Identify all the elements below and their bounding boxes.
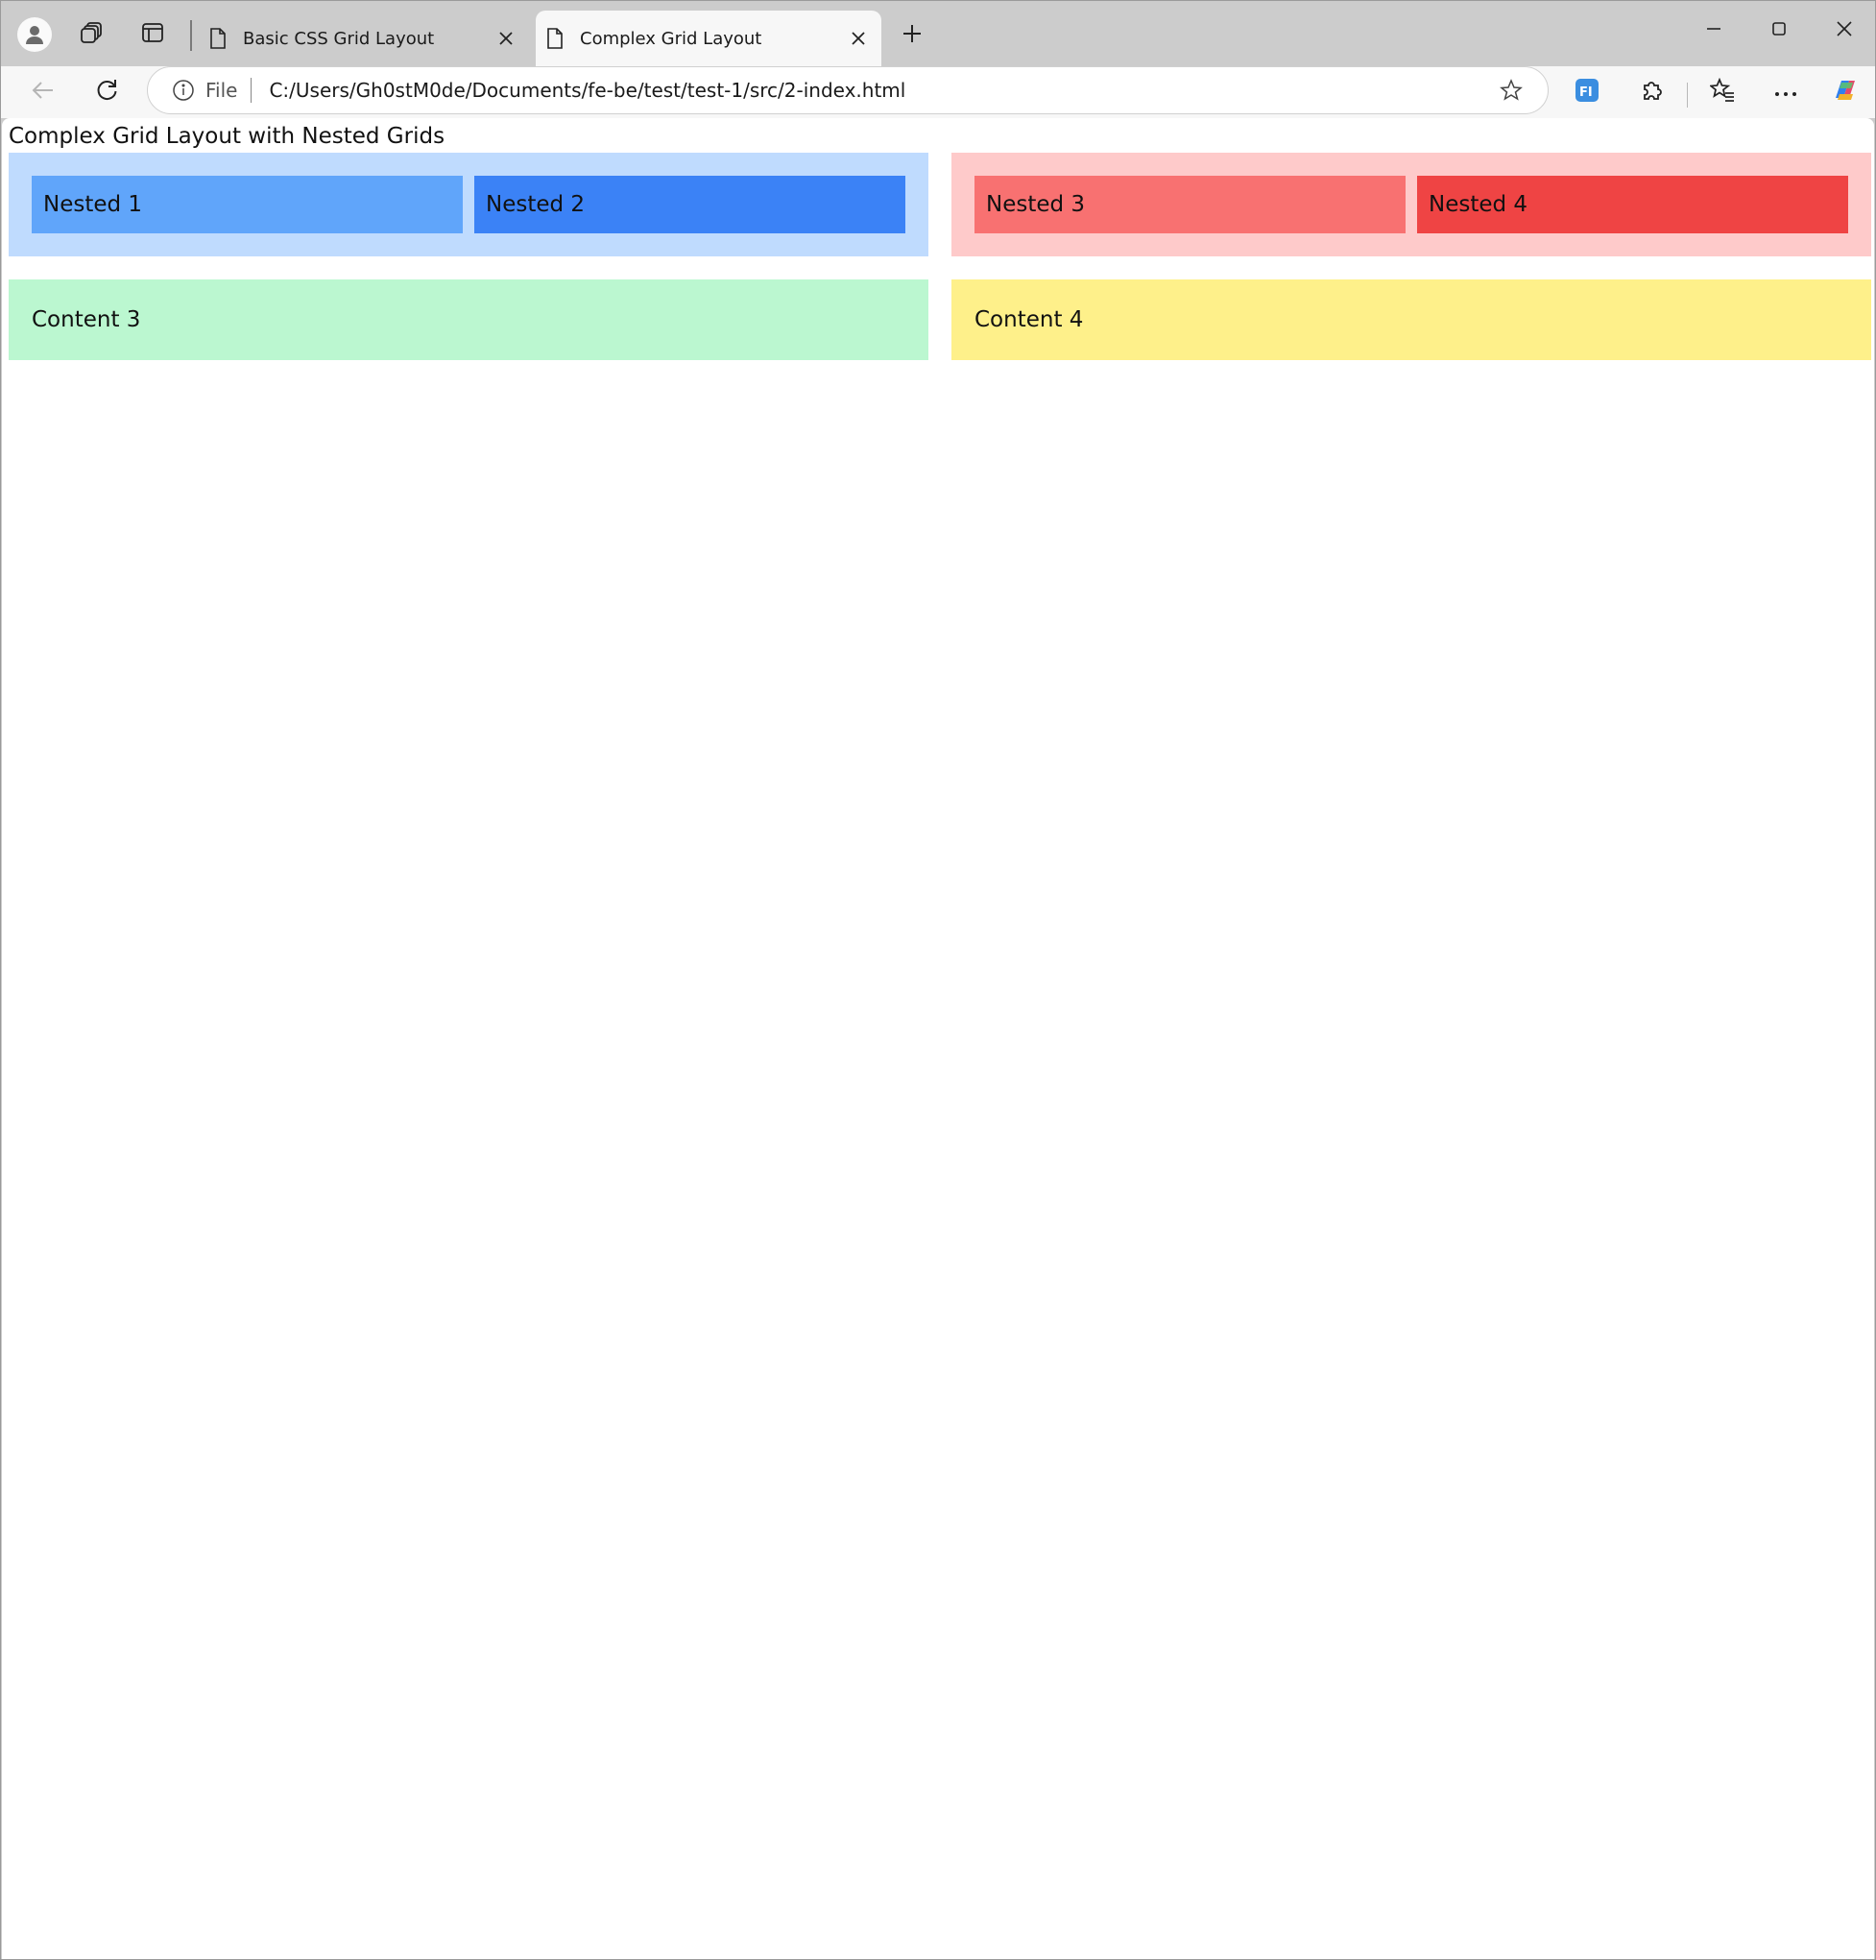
minimize-button[interactable]: [1685, 7, 1743, 55]
maximize-icon: [1770, 20, 1788, 41]
page-viewport: Complex Grid Layout with Nested Grids Ne…: [2, 118, 1874, 1959]
tab-strip: Basic CSS Grid Layout Complex Grid Layou…: [1, 1, 1875, 66]
toolbar-divider: [1687, 83, 1688, 108]
tab-basic-css-grid[interactable]: Basic CSS Grid Layout: [199, 11, 529, 66]
grid-cell-1: Nested 1 Nested 2: [9, 153, 928, 256]
grid-cell-3: Content 3: [9, 279, 928, 360]
more-icon: [1774, 84, 1797, 102]
profile-button[interactable]: [14, 14, 55, 55]
profile-icon: [17, 17, 52, 52]
tab-complex-grid[interactable]: Complex Grid Layout: [536, 11, 881, 66]
star-icon[interactable]: [1492, 71, 1530, 109]
copilot-button[interactable]: [1824, 71, 1866, 113]
close-icon: [1836, 20, 1853, 41]
grid-cell-2: Nested 3 Nested 4: [951, 153, 1871, 256]
tab-title: Complex Grid Layout: [580, 28, 762, 49]
tab-title: Basic CSS Grid Layout: [243, 28, 435, 49]
outer-grid: Nested 1 Nested 2 Nested 3 Nested 4 Cont…: [9, 153, 1871, 360]
info-icon[interactable]: [171, 78, 196, 103]
document-icon: [206, 27, 229, 50]
address-divider: [251, 78, 253, 103]
grid-cell-4: Content 4: [951, 279, 1871, 360]
plus-icon: [902, 23, 923, 48]
back-button[interactable]: [22, 71, 64, 113]
nested-item-2: Nested 2: [474, 176, 905, 233]
url-text[interactable]: C:/Users/Gh0stM0de/Documents/fe-be/test/…: [269, 79, 1492, 102]
maximize-button[interactable]: [1750, 7, 1808, 55]
new-tab-button[interactable]: [891, 14, 933, 57]
tabstrip-divider: [190, 20, 192, 51]
document-icon: [543, 27, 566, 50]
browser-toolbar: File C:/Users/Gh0stM0de/Documents/fe-be/…: [1, 66, 1875, 118]
address-bar[interactable]: File C:/Users/Gh0stM0de/Documents/fe-be/…: [147, 66, 1549, 114]
page-title: Complex Grid Layout with Nested Grids: [9, 124, 445, 149]
puzzle-icon: [1640, 78, 1665, 107]
nested-item-3: Nested 3: [974, 176, 1406, 233]
fi-extension-button[interactable]: FI: [1566, 71, 1608, 113]
minimize-icon: [1705, 20, 1722, 41]
nested-item-4: Nested 4: [1417, 176, 1848, 233]
svg-text:FI: FI: [1579, 85, 1593, 100]
close-tab-icon[interactable]: [489, 21, 523, 56]
vertical-tabs-button[interactable]: [132, 14, 173, 55]
more-button[interactable]: [1765, 71, 1807, 113]
fi-extension-icon: FI: [1574, 77, 1600, 108]
close-window-button[interactable]: [1816, 7, 1873, 55]
workspaces-icon: [80, 20, 105, 49]
favorites-button[interactable]: [1701, 71, 1744, 113]
favorites-icon: [1708, 77, 1735, 107]
back-arrow-icon: [31, 78, 56, 107]
workspaces-button[interactable]: [72, 14, 112, 55]
close-tab-icon[interactable]: [841, 21, 876, 56]
scheme-label: File: [205, 79, 238, 102]
refresh-button[interactable]: [85, 71, 128, 113]
extensions-button[interactable]: [1631, 71, 1673, 113]
nested-item-1: Nested 1: [32, 176, 463, 233]
vertical-tabs-icon: [141, 21, 164, 48]
browser-window: Basic CSS Grid Layout Complex Grid Layou…: [0, 0, 1876, 1960]
copilot-icon: [1830, 75, 1861, 109]
refresh-icon: [94, 78, 119, 107]
